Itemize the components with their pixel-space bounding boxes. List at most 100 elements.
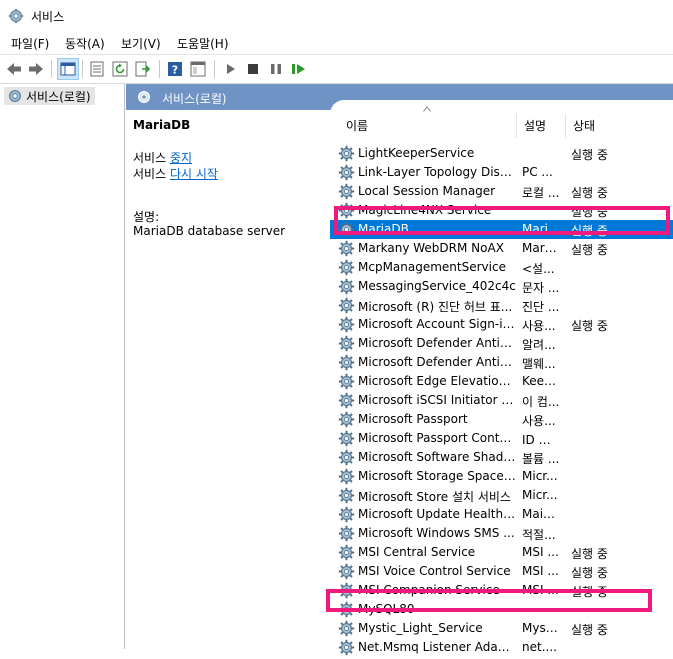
service-row[interactable]: Microsoft iSCSI Initiator Se... 이 컴... (330, 391, 673, 410)
service-description: 맬웨... (522, 357, 556, 371)
service-row[interactable]: McpManagementService <설... (330, 258, 673, 277)
service-gear-icon (338, 601, 355, 618)
service-row[interactable]: Microsoft Storage Spaces ... Micr... (330, 467, 673, 486)
properties-icon[interactable] (88, 60, 106, 78)
service-description: Mari... (522, 222, 560, 236)
service-status: 실행 중 (571, 547, 608, 561)
service-row[interactable]: MariaDB Mari... 실행 중 (330, 220, 673, 239)
service-gear-icon (338, 297, 355, 314)
menu-help[interactable]: 도움말(H) (177, 35, 229, 52)
service-row[interactable]: LightKeeperService 실행 중 (330, 144, 673, 163)
service-description: MSI ... (522, 583, 559, 597)
column-header-description[interactable]: 설명 (524, 117, 546, 137)
window-title: 서비스 (31, 10, 65, 24)
menu-action[interactable]: 동작(A) (65, 35, 105, 52)
service-row[interactable]: Local Session Manager 로컬 ... 실행 중 (330, 182, 673, 201)
tree-item-label: 서비스(로컬) (26, 89, 91, 104)
service-gear-icon (338, 278, 355, 295)
service-gear-icon (338, 620, 355, 637)
service-row[interactable]: Microsoft Store 설치 서비스 Micr... (330, 486, 673, 505)
restart-action: 서비스 다시 시작 (133, 165, 218, 182)
selected-service-name: MariaDB (133, 118, 191, 132)
service-name: Microsoft iSCSI Initiator Se... (358, 393, 516, 407)
service-description: 이 컴... (522, 395, 560, 409)
service-description: <설... (522, 262, 555, 276)
service-row[interactable]: Microsoft Defender Antivir... 맬웨... (330, 353, 673, 372)
service-status: 실행 중 (571, 319, 608, 333)
menu-view[interactable]: 보기(V) (121, 35, 161, 52)
pause-icon[interactable] (267, 60, 285, 78)
service-description: Myst... (522, 621, 560, 635)
service-gear-icon (338, 430, 355, 447)
service-gear-icon (338, 487, 355, 504)
column-header-name[interactable]: 이름 (346, 117, 368, 137)
stop-action: 서비스 중지 (133, 149, 192, 166)
stop-service-link[interactable]: 중지 (170, 151, 192, 165)
service-row[interactable]: MSI Central Service MSI ... 실행 중 (330, 543, 673, 562)
service-row[interactable]: MagicLine4NX Service 실행 중 (330, 201, 673, 220)
pane-header-title: 서비스(로컬) (162, 92, 227, 106)
service-row[interactable]: Link-Layer Topology Disco... PC ... (330, 163, 673, 182)
service-row[interactable]: Microsoft Account Sign-in ... 사용... 실행 중 (330, 315, 673, 334)
service-status: 실행 중 (571, 243, 608, 257)
menu-file[interactable]: 파일(F) (11, 35, 49, 52)
service-row[interactable]: Microsoft (R) 진단 허브 표... 진단 ... (330, 296, 673, 315)
service-row[interactable]: Net.Msmq Listener Adapter net.... (330, 638, 673, 657)
service-status: 실행 중 (571, 205, 608, 219)
service-name: Net.Msmq Listener Adapter (358, 640, 516, 654)
tree-pane: 서비스(로컬) (0, 84, 125, 649)
service-description: 사용... (522, 319, 556, 333)
service-row[interactable]: Microsoft Update Health S... Main... (330, 505, 673, 524)
service-gear-icon (338, 183, 355, 200)
service-description: Micr... (522, 488, 558, 502)
restart-icon[interactable] (290, 60, 308, 78)
back-icon[interactable] (5, 60, 23, 78)
tree-item-services-local[interactable]: 서비스(로컬) (4, 87, 95, 105)
export-icon[interactable] (134, 60, 152, 78)
service-name: Mystic_Light_Service (358, 621, 483, 635)
service-row[interactable]: Markany WebDRM NoAX Mark... 실행 중 (330, 239, 673, 258)
service-row[interactable]: MySQL80 (330, 600, 673, 619)
service-row[interactable]: Microsoft Edge Elevation S... Keep... (330, 372, 673, 391)
service-name: MySQL80 (358, 602, 415, 616)
service-row[interactable]: MSI Companion Service MSI ... 실행 중 (330, 581, 673, 600)
service-row[interactable]: MSI Voice Control Service MSI ... 실행 중 (330, 562, 673, 581)
service-row[interactable]: Microsoft Passport 사용... (330, 410, 673, 429)
help-icon[interactable]: ? (166, 60, 184, 78)
start-icon[interactable] (222, 60, 240, 78)
forward-icon[interactable] (27, 60, 45, 78)
service-row[interactable]: Mystic_Light_Service Myst... 실행 중 (330, 619, 673, 638)
services-list: 이름 설명 상태 LightKeeperService 실행 중 Link-Laye… (330, 100, 673, 656)
service-gear-icon (338, 563, 355, 580)
service-name: MagicLine4NX Service (358, 203, 492, 217)
service-gear-icon (338, 221, 355, 238)
service-gear-icon (338, 373, 355, 390)
service-row[interactable]: MessagingService_402c4c 문자 ... (330, 277, 673, 296)
service-description: net.... (522, 640, 557, 654)
service-description: MSI ... (522, 564, 559, 578)
stop-icon[interactable] (244, 60, 262, 78)
service-description: 문자 ... (522, 281, 560, 295)
show-tree-icon[interactable] (57, 58, 79, 80)
restart-service-link[interactable]: 다시 시작 (170, 167, 218, 181)
service-gear-icon (338, 544, 355, 561)
refresh-icon[interactable] (111, 60, 129, 78)
service-gear-icon (338, 525, 355, 542)
service-row[interactable]: Microsoft Software Shado... 볼륨 ... (330, 448, 673, 467)
service-name: MSI Central Service (358, 545, 476, 559)
service-row[interactable]: Microsoft Defender Antivir... 알려... (330, 334, 673, 353)
stop-action-prefix: 서비스 (133, 151, 170, 165)
service-row[interactable]: Microsoft Passport Container ID 공... (330, 429, 673, 448)
column-header-status[interactable]: 상태 (573, 117, 595, 137)
service-description: 사용... (522, 414, 556, 428)
service-row[interactable]: Microsoft Windows SMS ... 적절... (330, 524, 673, 543)
service-description: 진단 ... (522, 300, 560, 314)
service-name: Microsoft (R) 진단 허브 표... (358, 300, 513, 314)
service-description: MSI ... (522, 545, 559, 559)
service-description: ID 공... (522, 433, 560, 447)
service-gear-icon (338, 316, 355, 333)
console-icon[interactable] (189, 60, 207, 78)
service-name: MSI Companion Service (358, 583, 500, 597)
toolbar: ? (0, 54, 673, 84)
service-name: MessagingService_402c4c (358, 279, 516, 293)
